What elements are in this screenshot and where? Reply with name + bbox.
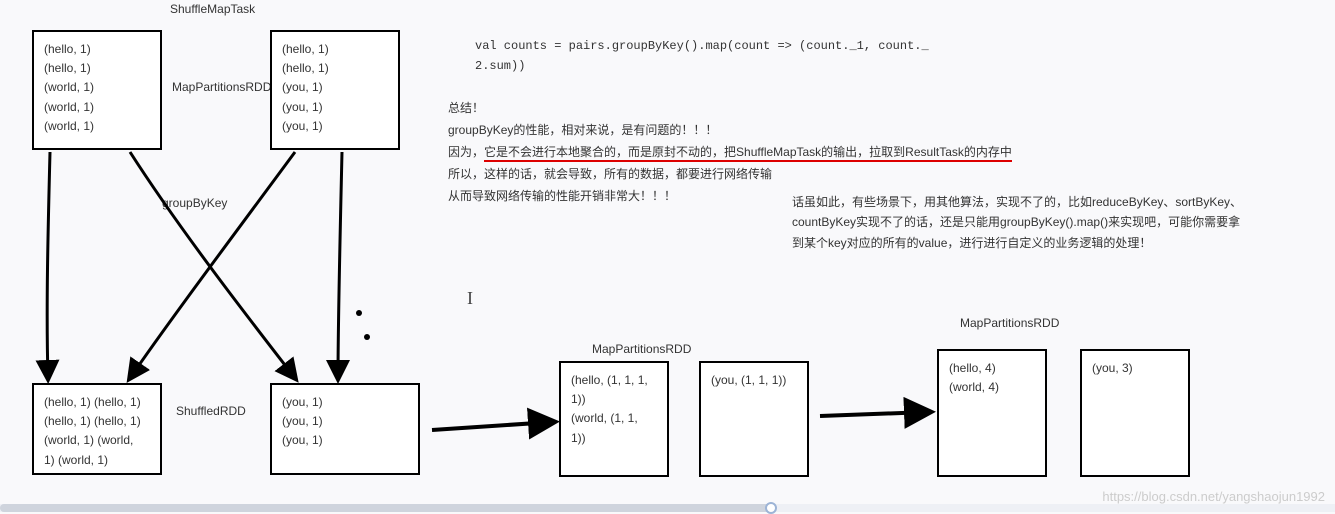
- dot-icon: [364, 334, 370, 340]
- box-result-2: (you, 3): [1080, 349, 1190, 477]
- text-p4: 从而导致网络传输的性能开销非常大！！！: [448, 186, 676, 206]
- text-p2: 因为，它是不会进行本地聚合的，而是原封不动的，把ShuffleMapTask的输…: [448, 142, 1012, 162]
- code-line-1: val counts = pairs.groupByKey().map(coun…: [475, 36, 929, 56]
- label-group-by-key: groupByKey: [162, 196, 227, 210]
- box-grouped-1: (hello, (1, 1, 1, 1)) (world, (1, 1, 1)): [559, 361, 669, 477]
- text-side-p3: 到某个key对应的所有的value，进行进行自定义的业务逻辑的处理！: [792, 233, 1312, 253]
- box-grouped-2: (you, (1, 1, 1)): [699, 361, 809, 477]
- box-result-1: (hello, 4) (world, 4): [937, 349, 1047, 477]
- label-map-partitions-rdd-top: MapPartitionsRDD: [172, 80, 271, 94]
- code-line-2: 2.sum)): [475, 56, 929, 76]
- text-p2a: 因为，: [448, 145, 484, 159]
- scrollbar-handle-icon[interactable]: [765, 502, 777, 514]
- label-shuffle-map-task: ShuffleMapTask: [170, 2, 255, 16]
- box-input-partition-2: (hello, 1) (hello, 1) (you, 1) (you, 1) …: [270, 30, 400, 150]
- label-map-partitions-rdd-right: MapPartitionsRDD: [960, 316, 1059, 330]
- horizontal-scrollbar-thumb[interactable]: [0, 504, 770, 512]
- text-p3: 所以，这样的话，就会导致，所有的数据，都要进行网络传输: [448, 164, 772, 184]
- label-shuffled-rdd: ShuffledRDD: [176, 404, 246, 418]
- text-summary: 总结！: [448, 98, 484, 118]
- text-side-p1: 话虽如此，有些场景下，用其他算法，实现不了的，比如reduceByKey、sor…: [792, 192, 1312, 212]
- box-shuffled-partition-1: (hello, 1) (hello, 1) (hello, 1) (hello,…: [32, 383, 162, 475]
- watermark-text: https://blog.csdn.net/yangshaojun1992: [1102, 489, 1325, 504]
- dot-icon: [356, 310, 362, 316]
- text-cursor-icon: I: [467, 288, 473, 309]
- text-p1: groupByKey的性能，相对来说，是有问题的！！！: [448, 120, 717, 140]
- text-side-p2: countByKey实现不了的话，还是只能用groupByKey().map()…: [792, 212, 1312, 232]
- text-p2b-underline: 它是不会进行本地聚合的，而是原封不动的，把ShuffleMapTask的输出，拉…: [484, 145, 1012, 162]
- box-shuffled-partition-2: (you, 1) (you, 1) (you, 1): [270, 383, 420, 475]
- box-input-partition-1: (hello, 1) (hello, 1) (world, 1) (world,…: [32, 30, 162, 150]
- label-map-partitions-rdd-mid: MapPartitionsRDD: [592, 342, 691, 356]
